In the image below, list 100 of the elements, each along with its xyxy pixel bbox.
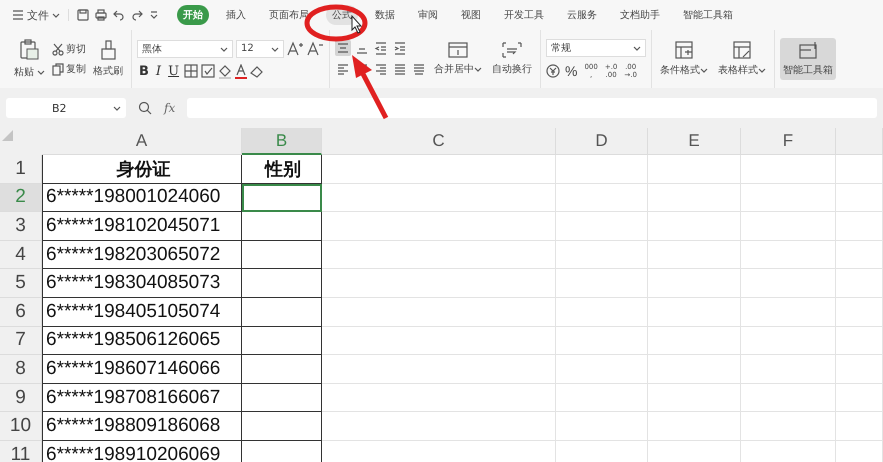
fill-style-icon[interactable] <box>201 64 216 78</box>
table-cell[interactable] <box>242 412 322 441</box>
fill-bucket-icon[interactable] <box>218 64 232 78</box>
row-header[interactable]: 5 <box>0 269 42 298</box>
table-cell: 6*****198708166067 <box>42 384 242 412</box>
merge-center-button[interactable]: 合并居中 <box>431 39 485 79</box>
align-indent-less-icon[interactable] <box>374 41 388 55</box>
font-size-field[interactable]: 12 <box>236 40 284 58</box>
borders-icon[interactable] <box>184 64 198 78</box>
align-right-icon[interactable] <box>374 63 388 77</box>
italic-button[interactable]: I <box>154 64 164 78</box>
clipboard-icon <box>19 39 40 61</box>
table-cell[interactable] <box>242 384 322 412</box>
percent-button[interactable]: % <box>563 63 580 79</box>
row-header[interactable]: 11 <box>0 440 42 462</box>
row-header[interactable]: 4 <box>0 240 42 270</box>
caret-icon <box>758 67 766 73</box>
grow-font-icon[interactable] <box>287 41 304 56</box>
ribbon-tab[interactable]: 视图 <box>455 5 487 25</box>
formula-input[interactable] <box>187 98 877 118</box>
table-cell: 6*****198405105074 <box>42 298 242 327</box>
number-format-field[interactable]: 常规 <box>546 39 646 57</box>
redo-icon[interactable] <box>131 9 143 21</box>
underline-button[interactable]: U <box>166 64 182 78</box>
smart-toolbox-button[interactable]: 智能工具箱 <box>780 38 836 80</box>
align-top-icon <box>336 41 350 55</box>
caret-icon <box>113 105 121 111</box>
caret-icon <box>633 45 641 51</box>
conditional-format-button[interactable]: 条件格式 <box>657 38 711 80</box>
column-header[interactable]: D <box>556 128 648 155</box>
align-justify-icon[interactable] <box>393 63 407 77</box>
ribbon-tab[interactable]: 文档助手 <box>614 5 666 25</box>
ribbon-tab[interactable]: 云服务 <box>561 5 603 25</box>
wrap-text-icon <box>502 42 522 58</box>
table-cell: 6*****198809186068 <box>42 412 242 441</box>
align-distributed-icon[interactable] <box>412 63 426 77</box>
row-header[interactable]: 3 <box>0 212 42 241</box>
align-top-button[interactable] <box>335 40 351 56</box>
align-left-icon[interactable] <box>336 63 350 77</box>
scissors-icon <box>52 42 64 56</box>
column-header[interactable]: C <box>322 128 556 155</box>
cut-button[interactable]: 剪切 <box>52 42 86 56</box>
undo-icon[interactable] <box>113 9 125 21</box>
caret-icon <box>474 66 482 72</box>
table-cell[interactable] <box>242 212 322 241</box>
table-cell[interactable] <box>242 326 322 356</box>
function-label[interactable]: fx <box>164 101 176 115</box>
table-cell: 6*****198203065072 <box>42 240 242 270</box>
font-color-icon[interactable] <box>235 64 248 78</box>
paintbrush-icon <box>100 40 116 60</box>
row-header[interactable]: 1 <box>0 155 42 184</box>
table-cell: 6*****198607146066 <box>42 355 242 384</box>
font-name-field[interactable]: 黑体 <box>137 40 233 58</box>
caret-icon <box>37 69 45 75</box>
caret-icon <box>271 46 279 52</box>
column-header[interactable]: A <box>42 128 242 155</box>
copy-button[interactable]: 复制 <box>52 62 86 76</box>
selected-cell[interactable] <box>242 184 322 212</box>
file-menu[interactable]: 文件 <box>8 8 64 22</box>
caret-icon <box>52 12 60 18</box>
table-cell[interactable] <box>242 298 322 327</box>
column-header[interactable]: E <box>648 128 741 155</box>
align-indent-more-icon[interactable] <box>393 41 407 55</box>
column-header[interactable]: F <box>741 128 836 155</box>
paste-button[interactable]: 粘贴 <box>11 36 48 82</box>
ribbon-tab[interactable]: 插入 <box>220 5 252 25</box>
shrink-font-icon[interactable] <box>307 41 324 56</box>
currency-icon[interactable] <box>546 64 560 78</box>
ribbon-tab[interactable]: 智能工具箱 <box>677 5 739 25</box>
ribbon-tab[interactable]: 审阅 <box>412 5 444 25</box>
table-style-button[interactable]: 表格样式 <box>715 38 769 80</box>
zoom-icon[interactable] <box>138 101 152 115</box>
table-cell: 6*****198001024060 <box>42 184 242 212</box>
save-icon[interactable] <box>77 9 89 21</box>
customize-icon[interactable] <box>149 9 159 21</box>
bold-button[interactable]: B <box>137 64 151 78</box>
row-header[interactable]: 8 <box>0 355 42 384</box>
table-cell: 身份证 <box>42 155 242 184</box>
row-header[interactable]: 7 <box>0 326 42 356</box>
table-cell: 6*****198910206069 <box>42 440 242 462</box>
table-pen-icon <box>733 41 751 59</box>
table-cell: 6*****198102045071 <box>42 212 242 241</box>
table-cell: 6*****198506126065 <box>42 326 242 356</box>
print-icon[interactable] <box>95 9 107 21</box>
toolbox-icon <box>799 41 817 59</box>
column-header[interactable] <box>836 128 883 155</box>
wrap-text-button[interactable]: 自动换行 <box>489 39 535 79</box>
eraser-icon[interactable] <box>250 64 264 78</box>
row-header[interactable]: 6 <box>0 298 42 327</box>
name-box[interactable]: B2 <box>6 98 126 118</box>
row-header[interactable]: 10 <box>0 412 42 441</box>
ribbon-tab[interactable]: 数据 <box>369 5 401 25</box>
table-cell[interactable] <box>242 355 322 384</box>
table-condition-icon <box>675 41 693 59</box>
ribbon-tab[interactable]: 开始 <box>177 5 209 25</box>
table-cell[interactable] <box>242 240 322 270</box>
row-header[interactable]: 9 <box>0 384 42 412</box>
ribbon-tab[interactable]: 开发工具 <box>498 5 550 25</box>
table-cell[interactable] <box>242 269 322 298</box>
format-painter-button[interactable]: 格式刷 <box>90 37 126 81</box>
